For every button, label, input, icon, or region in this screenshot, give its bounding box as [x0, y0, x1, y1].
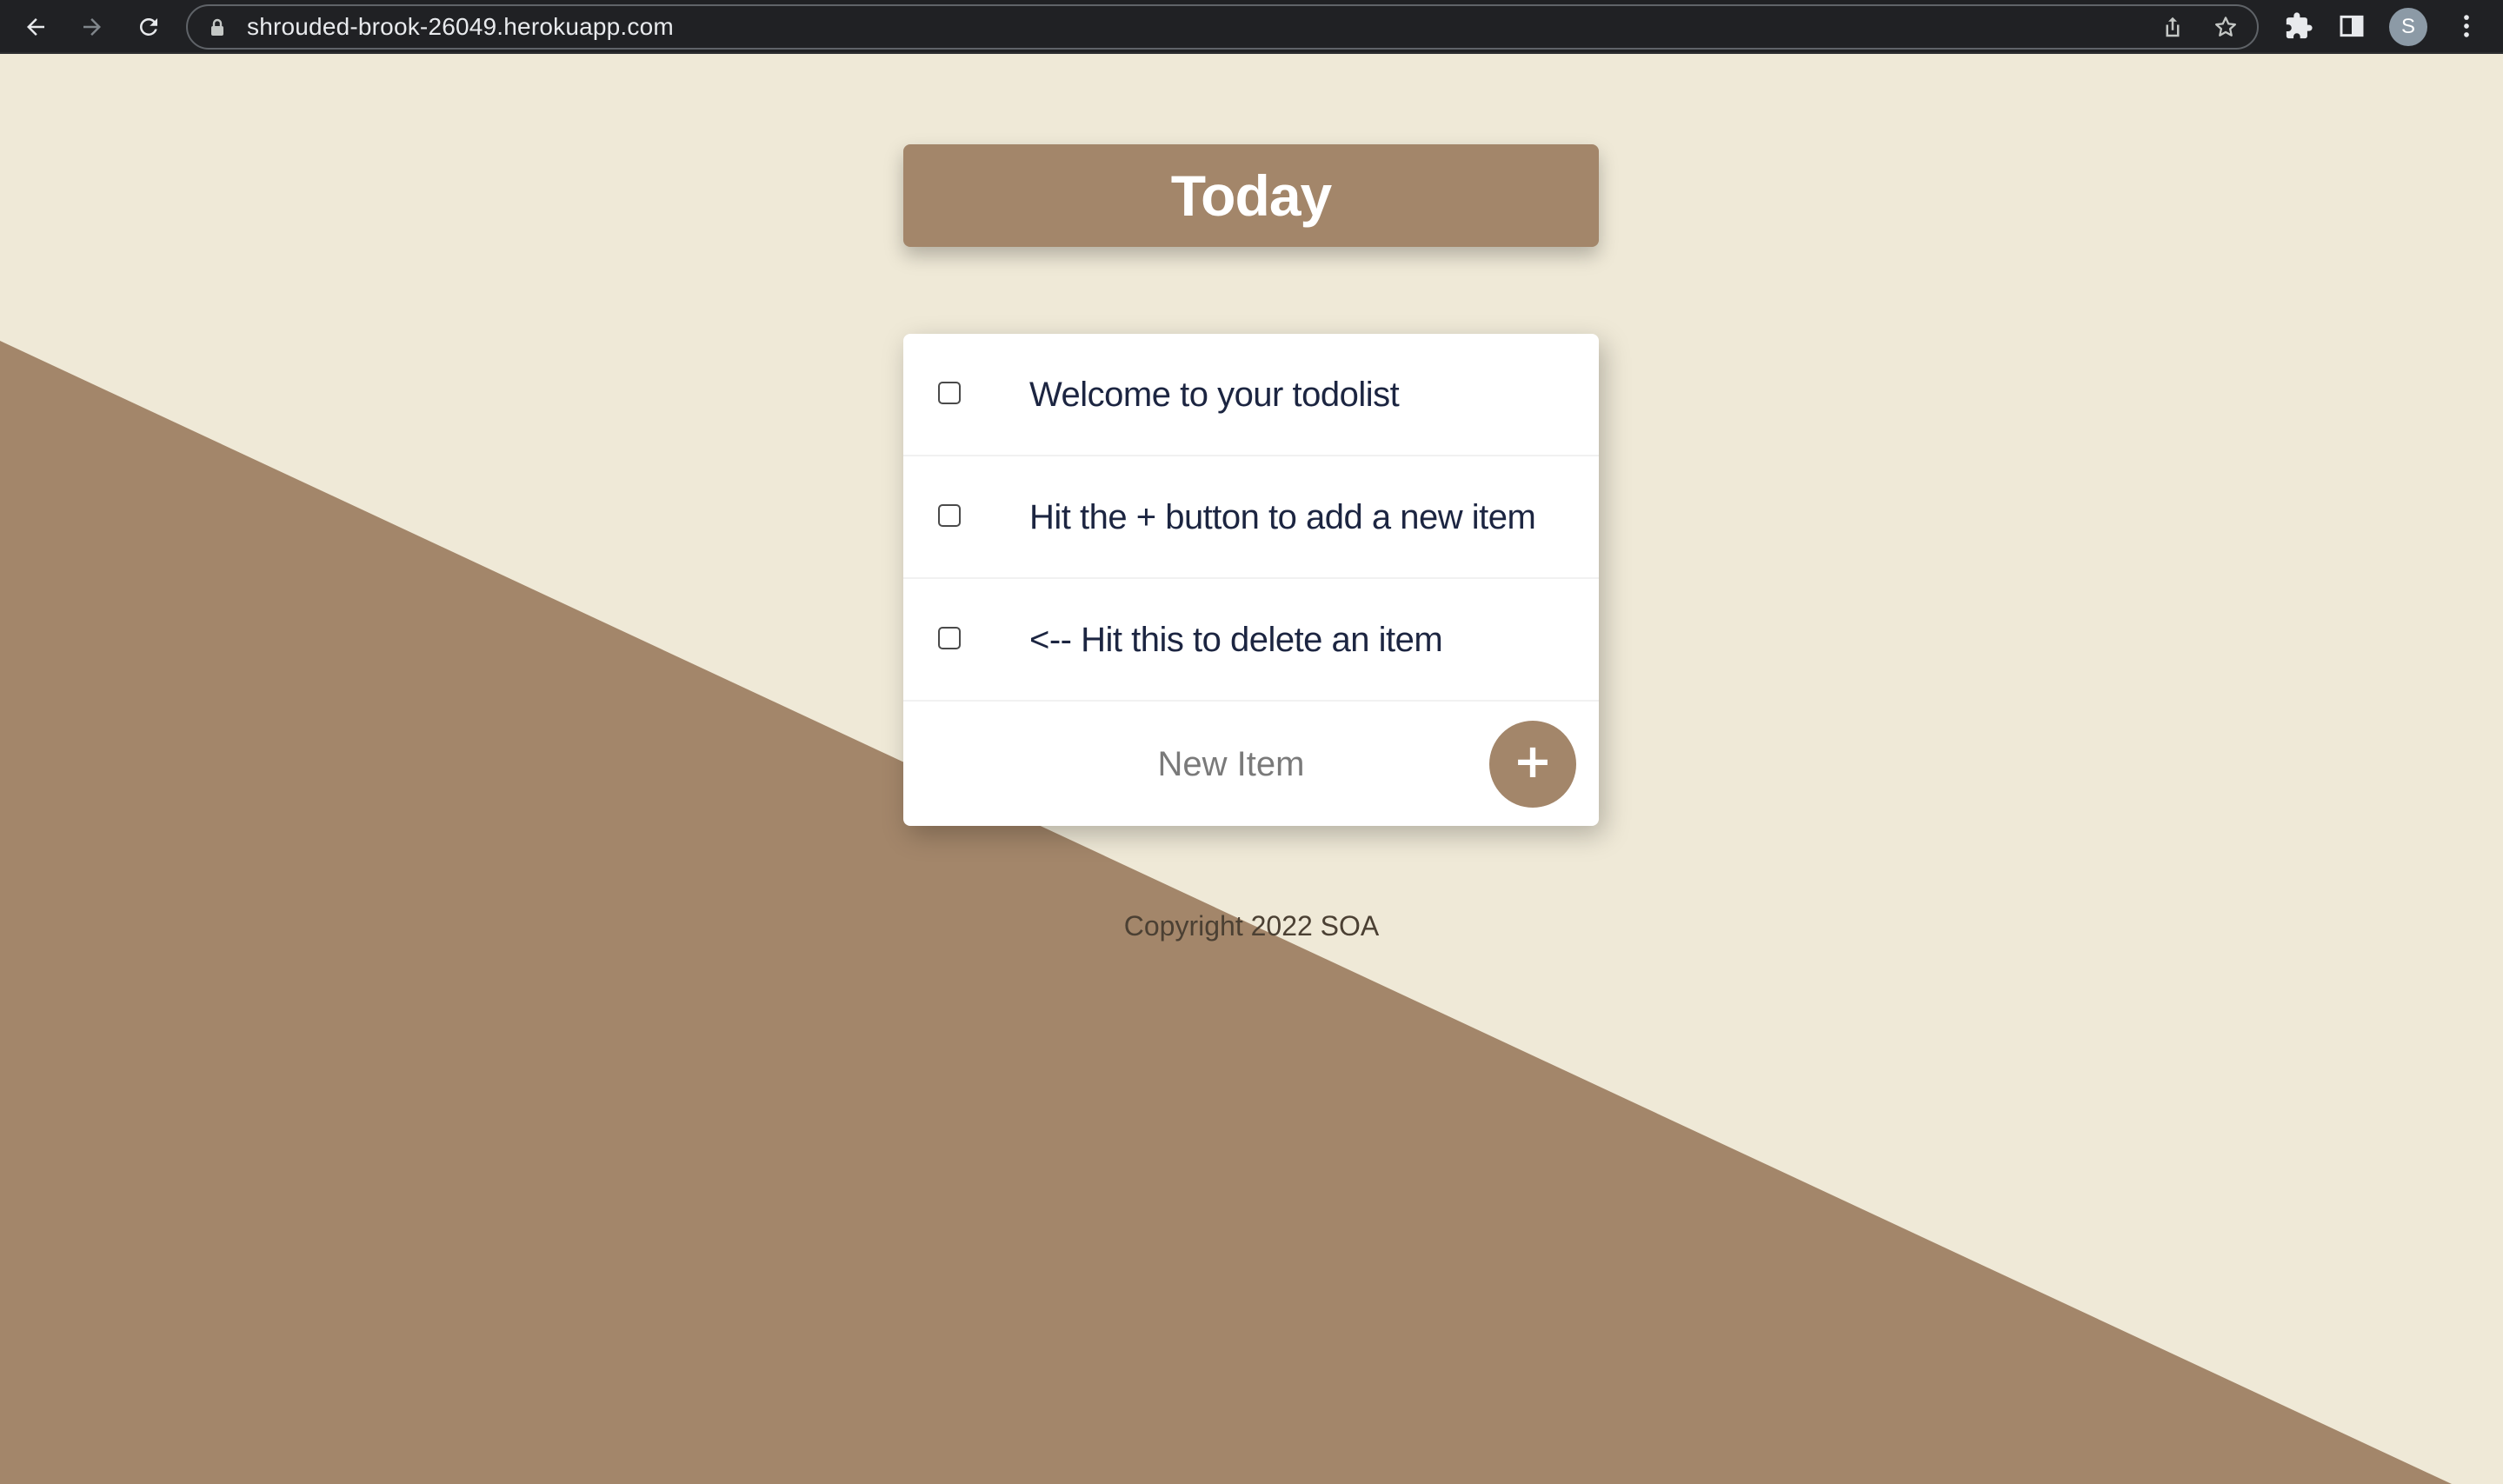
list-item: Welcome to your todolist	[903, 334, 1599, 456]
forward-button[interactable]	[72, 7, 112, 47]
heading-box: Today	[903, 144, 1599, 247]
todo-list-card: Welcome to your todolist Hit the + butto…	[903, 334, 1599, 826]
list-item: Hit the + button to add a new item	[903, 456, 1599, 579]
address-bar[interactable]: shrouded-brook-26049.herokuapp.com	[186, 4, 2259, 50]
footer-copyright: Copyright 2022 SOA	[1123, 910, 1380, 942]
list-item: <-- Hit this to delete an item	[903, 579, 1599, 702]
back-arrow-icon	[27, 18, 44, 36]
url-text: shrouded-brook-26049.herokuapp.com	[247, 13, 674, 40]
extensions-puzzle-icon[interactable]	[2284, 11, 2313, 41]
browser-toolbar: shrouded-brook-26049.herokuapp.com S	[0, 0, 2503, 54]
share-icon[interactable]	[2160, 14, 2186, 40]
reload-icon	[140, 18, 157, 36]
page-title: Today	[1170, 163, 1332, 228]
page-viewport: Today Welcome to your todolist Hit the +…	[0, 54, 2503, 1484]
item-label: Welcome to your todolist	[1029, 376, 1400, 414]
item-label: <-- Hit this to delete an item	[1029, 621, 1443, 659]
lock-icon	[211, 18, 223, 36]
reload-button[interactable]	[129, 7, 169, 47]
profile-avatar[interactable]: S	[2389, 8, 2427, 46]
item-label: Hit the + button to add a new item	[1029, 498, 1536, 536]
item-checkbox[interactable]	[938, 627, 961, 649]
kebab-menu-icon[interactable]	[2452, 11, 2481, 41]
item-checkbox[interactable]	[938, 504, 961, 527]
add-item-button[interactable]: +	[1489, 721, 1576, 808]
new-item-input[interactable]	[938, 729, 1524, 800]
side-panel-icon[interactable]	[2338, 12, 2366, 40]
bookmark-star-icon[interactable]	[2213, 14, 2239, 40]
new-item-form: +	[903, 702, 1599, 825]
item-checkbox[interactable]	[938, 382, 961, 404]
forward-arrow-icon	[83, 18, 101, 36]
back-button[interactable]	[16, 7, 56, 47]
